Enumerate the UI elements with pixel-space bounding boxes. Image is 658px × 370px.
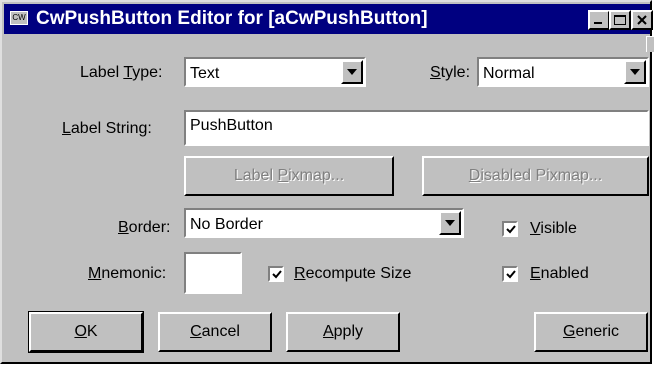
border-dropdown-button[interactable]: [439, 211, 461, 235]
checkmark-icon: [272, 270, 282, 279]
apply-button-post: pply: [333, 323, 364, 340]
editor-window: CW CwPushButton Editor for [aCwPushButto…: [0, 0, 654, 364]
disabled-pixmap-button-key: D: [468, 167, 481, 184]
style-dropdown[interactable]: Normal: [477, 57, 649, 87]
label-pixmap-button-pre: Label: [233, 167, 278, 184]
style-label-key: S: [430, 64, 441, 81]
generic-button-post: eneric: [575, 323, 620, 340]
label-type-label-post: ype:: [132, 64, 163, 81]
style-label: Style:: [430, 63, 470, 83]
ok-button-post: K: [86, 323, 98, 340]
enabled-checkbox[interactable]: [502, 266, 518, 282]
label-type-value: Text: [190, 65, 220, 82]
label-type-label: Label Type:: [80, 63, 162, 83]
mnemonic-label-key: M: [88, 265, 102, 282]
chevron-down-icon: [347, 69, 357, 75]
generic-button-key: G: [562, 323, 576, 340]
label-string-label: Label String:: [62, 119, 152, 139]
border-dropdown[interactable]: No Border: [184, 208, 464, 238]
apply-button[interactable]: Apply: [286, 312, 400, 352]
visible-checkbox-label[interactable]: Visible: [530, 219, 577, 239]
border-label-key: B: [118, 219, 129, 236]
maximize-icon: [614, 15, 626, 25]
disabled-pixmap-button-post: isabled Pixmap...: [480, 167, 603, 184]
checkmark-icon: [506, 270, 516, 279]
cancel-button[interactable]: Cancel: [158, 312, 272, 352]
recompute-size-checkbox-post: ecompute Size: [305, 265, 412, 282]
mnemonic-label-post: nemonic:: [101, 265, 167, 282]
chevron-down-icon: [445, 220, 455, 226]
system-menu-icon[interactable]: CW: [10, 11, 28, 25]
cancel-button-key: C: [190, 323, 202, 340]
close-button[interactable]: [631, 10, 653, 30]
ok-button[interactable]: OK: [28, 311, 144, 353]
border-value: No Border: [190, 216, 263, 233]
label-type-dropdown-button[interactable]: [341, 60, 363, 84]
label-pixmap-button-key: P: [277, 167, 289, 184]
apply-button-key: A: [322, 323, 334, 340]
recompute-size-checkbox[interactable]: [268, 266, 284, 282]
enabled-checkbox-post: nabled: [540, 265, 589, 282]
window-title: CwPushButton Editor for [aCwPushButton]: [36, 8, 428, 29]
cancel-button-post: ancel: [201, 323, 240, 340]
label-string-input[interactable]: PushButton: [184, 110, 649, 146]
label-pixmap-button[interactable]: Label Pixmap...: [184, 156, 394, 196]
chevron-down-icon: [630, 69, 640, 75]
border-label: Border:: [118, 218, 170, 238]
recompute-size-checkbox-label[interactable]: Recompute Size: [294, 264, 411, 284]
maximize-button[interactable]: [609, 10, 631, 30]
label-type-label-pre: Label: [80, 64, 124, 81]
label-type-dropdown[interactable]: Text: [184, 57, 366, 87]
title-bar[interactable]: CW CwPushButton Editor for [aCwPushButto…: [4, 4, 653, 34]
recompute-size-checkbox-key: R: [294, 265, 306, 282]
visible-checkbox-post: isible: [540, 220, 577, 237]
enabled-checkbox-label[interactable]: Enabled: [530, 264, 589, 284]
label-string-label-post: abel String:: [70, 120, 152, 137]
mnemonic-input[interactable]: [184, 252, 242, 294]
close-icon: [637, 15, 647, 25]
disabled-pixmap-button[interactable]: Disabled Pixmap...: [422, 156, 649, 196]
label-type-label-key: T: [123, 64, 133, 81]
border-label-post: order:: [128, 219, 171, 236]
enabled-checkbox-key: E: [530, 265, 541, 282]
resize-nub: [646, 36, 654, 52]
visible-checkbox-key: V: [530, 220, 541, 237]
label-pixmap-button-post: ixmap...: [288, 167, 345, 184]
style-value: Normal: [483, 65, 535, 82]
style-label-post: tyle:: [440, 64, 471, 81]
checkmark-icon: [506, 225, 516, 234]
minimize-icon: [594, 22, 602, 24]
generic-button[interactable]: Generic: [534, 312, 648, 352]
visible-checkbox[interactable]: [502, 221, 518, 237]
style-dropdown-button[interactable]: [624, 60, 646, 84]
mnemonic-label: Mnemonic:: [88, 264, 166, 284]
label-string-value: PushButton: [190, 117, 273, 134]
minimize-button[interactable]: [588, 10, 610, 30]
ok-button-key: O: [74, 323, 87, 340]
label-string-label-key: L: [62, 120, 71, 137]
